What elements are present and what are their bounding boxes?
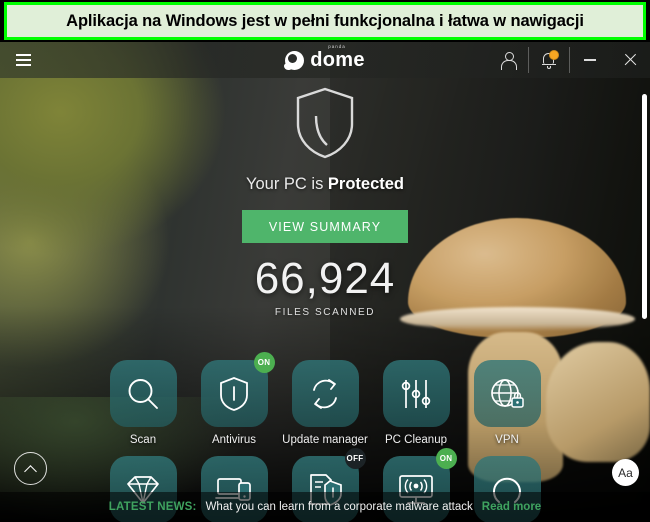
notification-badge [549,50,559,60]
status-badge: OFF [344,448,366,469]
read-more-link[interactable]: Read more [482,501,541,513]
tile-update-manager-label: Update manager [282,434,368,446]
bell-icon [541,50,559,69]
globe-lock-icon [491,378,524,408]
user-icon [501,52,517,70]
window-controls [488,42,650,78]
sliders-icon [401,379,431,408]
bell-clapper [547,65,551,69]
annotation-banner-inner: Aplikacja na Windows jest w pełni funkcj… [7,5,643,37]
tile-vpn-label: VPN [495,434,519,446]
status-prefix: Your PC is [245,175,328,193]
hamburger-line [15,54,31,56]
tile-antivirus-label: Antivirus [211,434,257,446]
latest-news-label: LATEST NEWS: [108,501,197,513]
status-state: Protected [327,175,405,193]
logo-title: dome [310,49,365,71]
scrollbar-thumb[interactable] [642,94,647,319]
tile-antivirus[interactable]: ON Antivirus [200,352,275,446]
latest-news-headline: What you can learn from a corporate malw… [205,501,473,513]
tile-update-manager-box [291,360,359,427]
hamburger-icon[interactable] [0,42,46,78]
hamburger-line [15,64,31,66]
tile-vpn-box [473,360,541,427]
tile-scan[interactable]: Scan [109,360,177,446]
files-scanned-label: FILES SCANNED [274,307,376,318]
title-bar: panda dome [0,42,650,78]
annotation-banner: Aplikacja na Windows jest w pełni funkcj… [4,2,646,40]
chevron-up-icon [25,463,36,474]
close-button[interactable] [610,42,650,78]
close-icon [623,53,637,67]
notifications-button[interactable] [529,42,569,78]
latest-news-bar: LATEST NEWS: What you can learn from a c… [0,492,650,522]
screenshot-root: Aplikacja na Windows jest w pełni funkcj… [0,0,650,522]
text-size-button[interactable]: Aa [612,459,639,486]
panda-dome-window: panda dome Your PC is Protected VIEW SUM… [0,42,650,522]
shield-icon [220,376,248,411]
shield-icon [294,86,356,165]
bell-base [541,63,556,65]
scroll-up-button[interactable] [14,452,47,485]
minimize-button[interactable] [570,42,610,78]
feature-tile-row-1: Scan ON Antivirus Update manager PC Clea… [0,352,650,446]
tile-scan-label: Scan [129,434,157,446]
panda-logo-icon [284,50,305,70]
tile-pc-cleanup-box [382,360,450,427]
protection-status-text: Your PC is Protected [246,175,404,194]
sync-icon [313,378,337,409]
tile-vpn[interactable]: VPN [473,360,541,446]
tile-scan-box [109,360,177,427]
tile-pc-cleanup[interactable]: PC Cleanup [382,360,450,446]
protection-status-panel: Your PC is Protected VIEW SUMMARY 66,924… [0,78,650,318]
status-badge: ON [435,448,457,469]
view-summary-button[interactable]: VIEW SUMMARY [242,210,408,243]
scrollbar-track[interactable] [641,78,648,522]
logo-text-wrap: panda dome [310,44,365,71]
annotation-banner-text: Aplikacja na Windows jest w pełni funkcj… [66,11,584,30]
search-icon [128,378,158,409]
status-badge: ON [253,352,275,373]
account-button[interactable] [488,42,528,78]
tile-pc-cleanup-label: PC Cleanup [384,434,447,446]
tile-antivirus-box: ON [200,352,275,427]
minimize-icon [584,59,596,61]
logo-subtext: panda [328,44,346,49]
files-scanned-count: 66,924 [254,254,396,303]
hamburger-line [15,59,31,61]
tile-update-manager[interactable]: Update manager [282,360,368,446]
